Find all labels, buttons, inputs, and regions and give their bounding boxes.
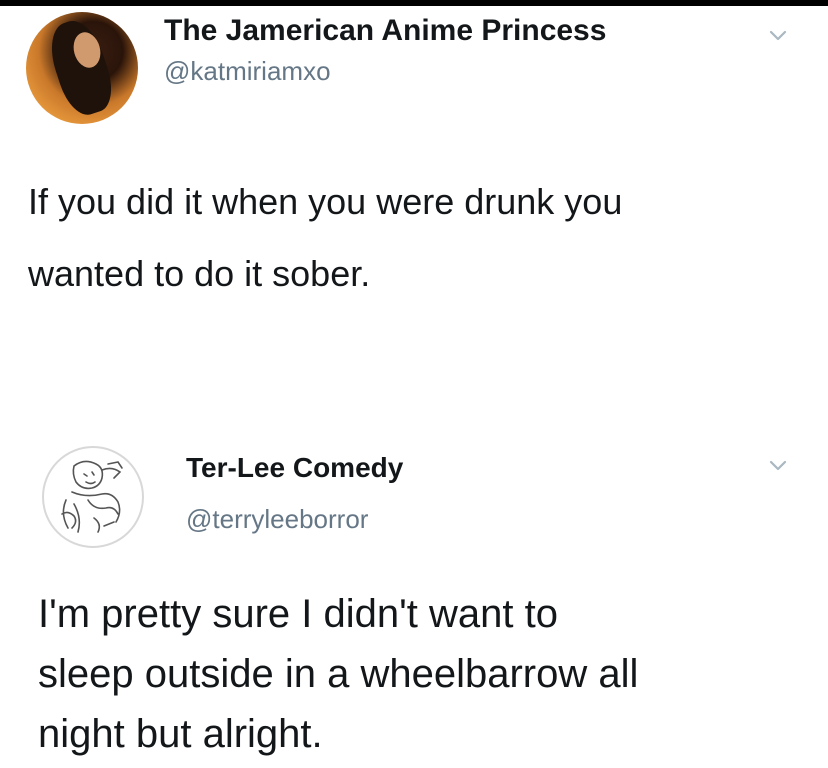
avatar[interactable] (42, 446, 144, 548)
avatar[interactable] (26, 12, 138, 124)
display-name[interactable]: Ter-Lee Comedy (186, 452, 403, 484)
tweet-text: If you did it when you were drunk you wa… (28, 181, 623, 294)
tweet-text: I'm pretty sure I didn't want to sleep o… (38, 592, 639, 756)
avatar-hair (42, 14, 120, 121)
sketch-drawing (61, 460, 123, 533)
tweet-card: Ter-Lee Comedy @terryleeborror I'm prett… (0, 440, 828, 768)
user-handle[interactable]: @katmiriamxo (164, 56, 331, 87)
chevron-down-icon[interactable] (764, 452, 792, 480)
display-name[interactable]: The Jamerican Anime Princess (164, 14, 606, 48)
user-handle[interactable]: @terryleeborror (186, 504, 368, 535)
chevron-down-icon[interactable] (764, 22, 792, 50)
tweet-card: The Jamerican Anime Princess @katmiriamx… (0, 6, 828, 406)
